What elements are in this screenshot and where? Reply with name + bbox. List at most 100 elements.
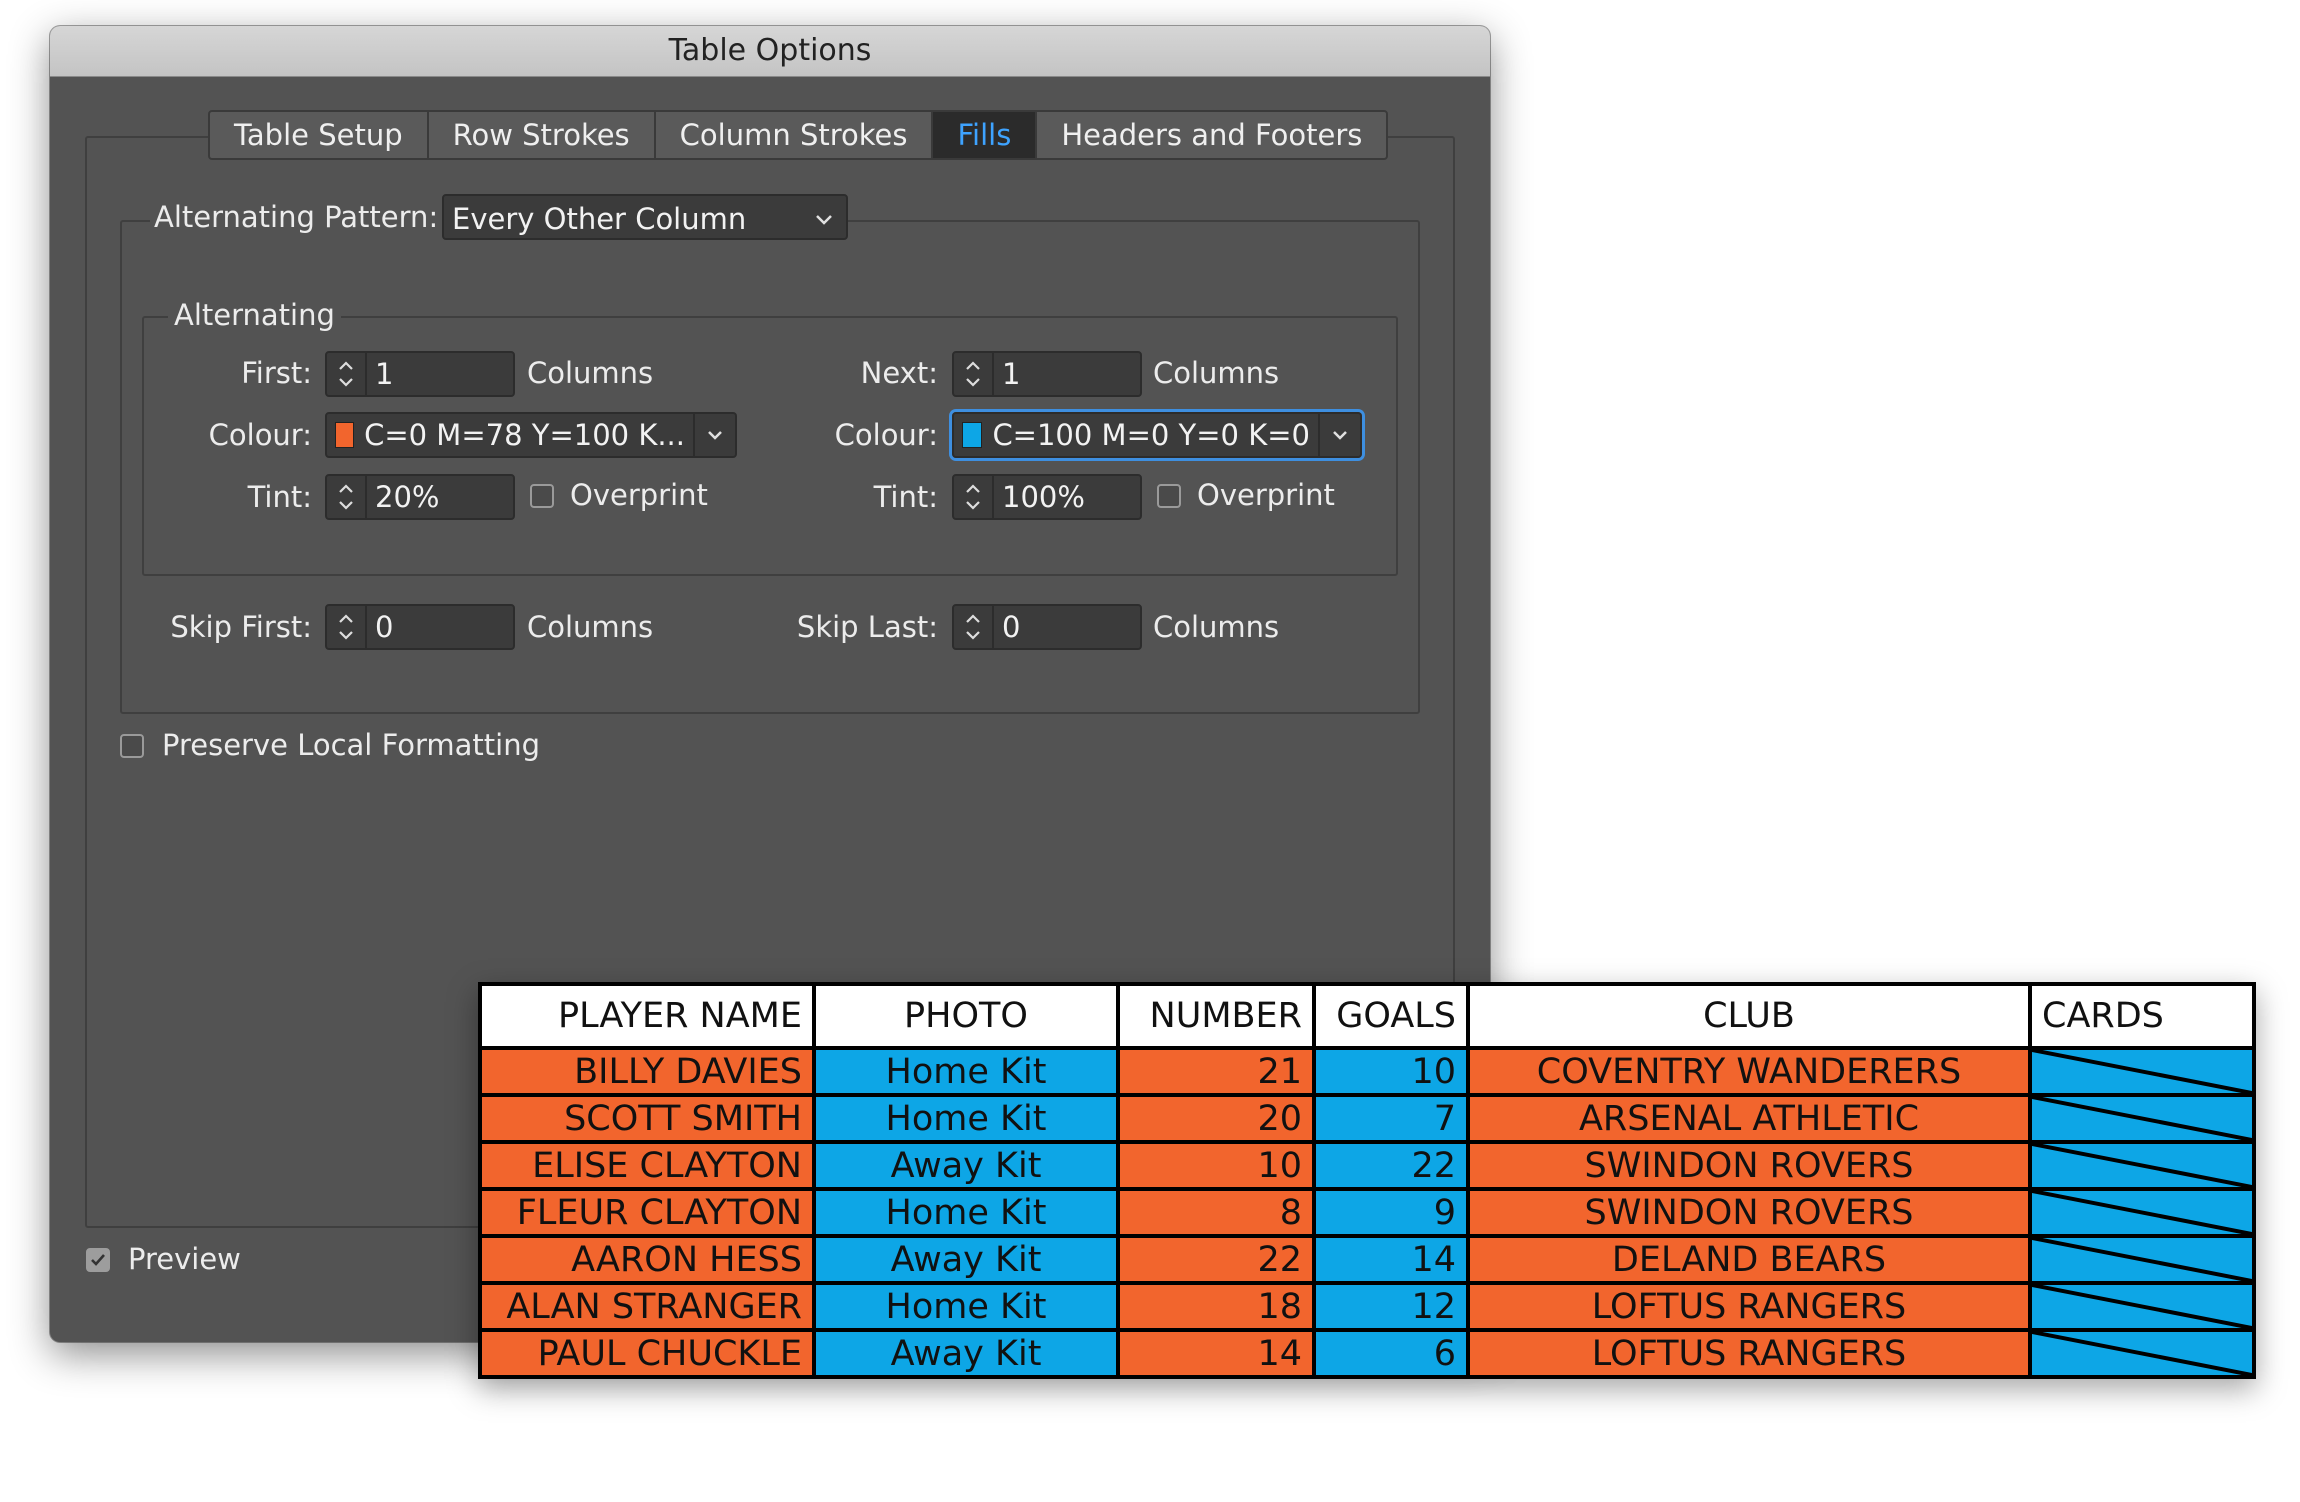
checkmark-icon [91,1254,105,1266]
cell-player-name: AARON HESS [478,1234,816,1285]
cell-photo: Home Kit [812,1093,1120,1144]
next-label: Next: [860,356,938,390]
table-header-row: PLAYER NAME PHOTO NUMBER GOALS CLUB CARD… [478,982,2256,1050]
cell-number: 21 [1116,1046,1316,1097]
diagonal-slash-icon [2032,1285,2252,1328]
cell-player-name: ELISE CLAYTON [478,1140,816,1191]
alternating-pattern-select[interactable]: Every Other Column [442,194,848,240]
tab-headers-and-footers[interactable]: Headers and Footers [1037,112,1386,158]
cell-club: LOFTUS RANGERS [1466,1328,2032,1379]
cell-number: 8 [1116,1187,1316,1238]
cell-cards [2028,1140,2256,1191]
chevron-down-icon [812,196,836,242]
first-label: First: [241,356,312,390]
next-stepper[interactable]: 1 [952,351,1142,397]
tint-first-value[interactable]: 20% [367,476,439,518]
skip-first-stepper[interactable]: 0 [325,604,515,650]
cell-cards [2028,1093,2256,1144]
tint-first-label: Tint: [247,480,312,514]
cell-club: SWINDON ROVERS [1466,1140,2032,1191]
cell-club: DELAND BEARS [1466,1234,2032,1285]
diagonal-slash-icon [2032,1191,2252,1234]
table-row: AARON HESS Away Kit 22 14 DELAND BEARS [478,1234,2256,1285]
tint-next-value[interactable]: 100% [994,476,1085,518]
diagonal-slash-icon [2032,1050,2252,1093]
cell-goals: 14 [1312,1234,1470,1285]
alternating-pattern-value: Every Other Column [452,202,747,236]
cell-cards [2028,1187,2256,1238]
skip-first-unit: Columns [527,610,654,644]
tab-row-strokes[interactable]: Row Strokes [429,112,656,158]
preserve-formatting-checkbox[interactable] [120,734,144,758]
colour-next-field[interactable]: C=100 M=0 Y=0 K=0 [952,412,1320,458]
header-club: CLUB [1466,982,2032,1050]
next-value[interactable]: 1 [994,353,1020,395]
tab-fills[interactable]: Fills [933,112,1038,158]
cell-goals: 6 [1312,1328,1470,1379]
cell-number: 10 [1116,1140,1316,1191]
colour-next-select[interactable]: C=100 M=0 Y=0 K=0 [952,412,1362,458]
header-photo: PHOTO [812,982,1120,1050]
cell-player-name: SCOTT SMITH [478,1093,816,1144]
cell-goals: 9 [1312,1187,1470,1238]
preview-checkbox[interactable] [86,1248,110,1272]
chevron-down-icon[interactable] [695,412,737,458]
cell-cards [2028,1234,2256,1285]
colour-first-field[interactable]: C=0 M=78 Y=100 K... [325,412,695,458]
cell-number: 14 [1116,1328,1316,1379]
stepper-arrows-icon[interactable] [327,353,367,395]
next-unit: Columns [1153,356,1280,390]
alternating-pattern-label: Alternating Pattern: [150,200,443,234]
players-table: PLAYER NAME PHOTO NUMBER GOALS CLUB CARD… [478,982,2256,1379]
chevron-down-icon[interactable] [1320,412,1362,458]
skip-first-value[interactable]: 0 [367,606,393,648]
skip-last-value[interactable]: 0 [994,606,1020,648]
skip-first-label: Skip First: [170,610,312,644]
diagonal-slash-icon [2032,1238,2252,1281]
tint-first-stepper[interactable]: 20% [325,474,515,520]
colour-first-value: C=0 M=78 Y=100 K... [364,418,685,452]
colour-first-label: Colour: [208,418,312,452]
skip-last-stepper[interactable]: 0 [952,604,1142,650]
cell-player-name: FLEUR CLAYTON [478,1187,816,1238]
diagonal-slash-icon [2032,1097,2252,1140]
tab-table-setup[interactable]: Table Setup [210,112,429,158]
cell-number: 22 [1116,1234,1316,1285]
preview-label: Preview [128,1242,241,1276]
table-row: ALAN STRANGER Home Kit 18 12 LOFTUS RANG… [478,1281,2256,1332]
table-row: SCOTT SMITH Home Kit 20 7 ARSENAL ATHLET… [478,1093,2256,1144]
stepper-arrows-icon[interactable] [327,476,367,518]
skip-last-label: Skip Last: [796,610,938,644]
cell-player-name: BILLY DAVIES [478,1046,816,1097]
tab-column-strokes[interactable]: Column Strokes [656,112,934,158]
cell-goals: 12 [1312,1281,1470,1332]
alternating-group-title: Alternating [168,298,341,332]
cell-player-name: ALAN STRANGER [478,1281,816,1332]
cell-photo: Home Kit [812,1046,1120,1097]
overprint-next-checkbox[interactable] [1157,484,1181,508]
stepper-arrows-icon[interactable] [954,476,994,518]
stepper-arrows-icon[interactable] [327,606,367,648]
tint-next-label: Tint: [873,480,938,514]
header-cards: CARDS [2028,982,2256,1050]
overprint-first-checkbox[interactable] [530,484,554,508]
table-row: PAUL CHUCKLE Away Kit 14 6 LOFTUS RANGER… [478,1328,2256,1379]
stepper-arrows-icon[interactable] [954,606,994,648]
cell-goals: 22 [1312,1140,1470,1191]
tint-next-stepper[interactable]: 100% [952,474,1142,520]
colour-swatch-icon [962,422,983,448]
colour-first-select[interactable]: C=0 M=78 Y=100 K... [325,412,737,458]
cell-cards [2028,1046,2256,1097]
cell-photo: Away Kit [812,1328,1120,1379]
cell-club: LOFTUS RANGERS [1466,1281,2032,1332]
first-value[interactable]: 1 [367,353,393,395]
colour-next-value: C=100 M=0 Y=0 K=0 [992,418,1310,452]
cell-photo: Away Kit [812,1234,1120,1285]
stepper-arrows-icon[interactable] [954,353,994,395]
cell-goals: 10 [1312,1046,1470,1097]
cell-club: SWINDON ROVERS [1466,1187,2032,1238]
header-goals: GOALS [1312,982,1470,1050]
diagonal-slash-icon [2032,1332,2252,1375]
cell-photo: Home Kit [812,1187,1120,1238]
first-stepper[interactable]: 1 [325,351,515,397]
